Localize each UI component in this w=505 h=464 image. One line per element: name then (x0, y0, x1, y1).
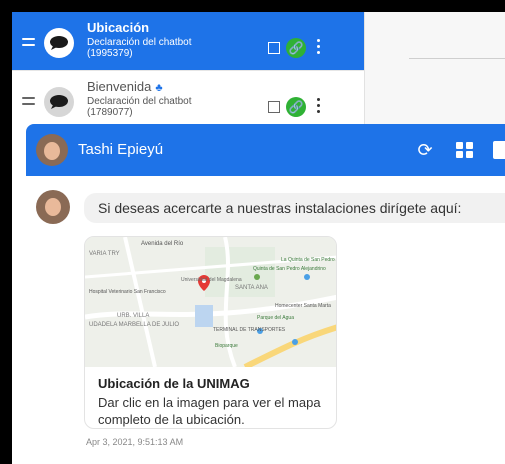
chat-body: Si deseas acercarte a nuestras instalaci… (26, 176, 505, 464)
drag-handle-icon[interactable] (22, 38, 35, 50)
map-label: SANTA ANA (235, 285, 268, 291)
map-label: Avenida del Río (141, 241, 184, 247)
message-avatar (36, 190, 70, 224)
location-card[interactable]: Avenida del Río VARIA TRY Hospital Veter… (84, 236, 337, 429)
more-icon[interactable] (493, 141, 505, 159)
map-thumbnail[interactable]: Avenida del Río VARIA TRY Hospital Veter… (85, 237, 337, 367)
message-bubble: Si deseas acercarte a nuestras instalaci… (84, 193, 505, 223)
message-timestamp: Apr 3, 2021, 9:51:13 AM (86, 437, 184, 447)
map-label: VARIA TRY (89, 251, 120, 257)
flow-item-bienvenida[interactable]: Bienvenida ♣ Declaración del chatbot (178… (12, 70, 364, 128)
flow-item-subtitle: Declaración del chatbot (1789077) (87, 96, 192, 118)
app-frame: Ubicación Declaración del chatbot (19953… (12, 12, 505, 464)
chat-header: Tashi Epieyú ⟳ (26, 124, 505, 176)
map-label: Universidad del Magdalena (181, 277, 242, 283)
people-icon: ♣ (155, 82, 163, 94)
flow-item-title: Ubicación (87, 20, 150, 35)
map-label: La Quinta de San Pedro Alejandrino (281, 257, 337, 263)
flow-item-subtitle: Declaración del chatbot (1995379) (87, 37, 192, 59)
more-options-icon[interactable] (315, 98, 321, 116)
editor-divider (409, 58, 505, 59)
transfer-icon[interactable] (454, 139, 476, 161)
map-label: Homecenter Santa Marta (275, 303, 331, 309)
flow-item-title-text: Bienvenida (87, 79, 152, 94)
map-label: Quinta de San Pedro Alejandrino (253, 266, 326, 272)
location-description: Dar clic en la imagen para ver el mapa c… (98, 395, 321, 427)
map-label: Parque del Agua (257, 315, 294, 321)
map-label: Hospital Veterinario San Francisco (89, 289, 166, 295)
location-title: Ubicación de la UNIMAG (98, 376, 250, 391)
map-label: UDADELA MARBELLA DE JULIO (89, 322, 179, 328)
chat-bubble-icon (44, 87, 74, 117)
editor-panel (364, 12, 505, 132)
refresh-icon[interactable]: ⟳ (414, 139, 436, 161)
more-options-icon[interactable] (315, 39, 321, 57)
flow-item-checkbox[interactable] (268, 101, 280, 113)
drag-handle-icon[interactable] (22, 97, 35, 109)
flow-item-ubicacion[interactable]: Ubicación Declaración del chatbot (19953… (12, 12, 364, 70)
link-icon[interactable]: 🔗 (286, 97, 306, 117)
map-label: TERMINAL DE TRANSPORTES (213, 327, 286, 333)
map-label: URB. VILLA (117, 313, 149, 319)
contact-name: Tashi Epieyú (78, 141, 164, 158)
flow-item-title: Bienvenida ♣ (87, 79, 163, 94)
contact-avatar (36, 134, 68, 166)
chat-bubble-icon (44, 28, 74, 58)
map-label: Bioparque (215, 343, 238, 349)
flow-item-checkbox[interactable] (268, 42, 280, 54)
link-icon[interactable]: 🔗 (286, 38, 306, 58)
